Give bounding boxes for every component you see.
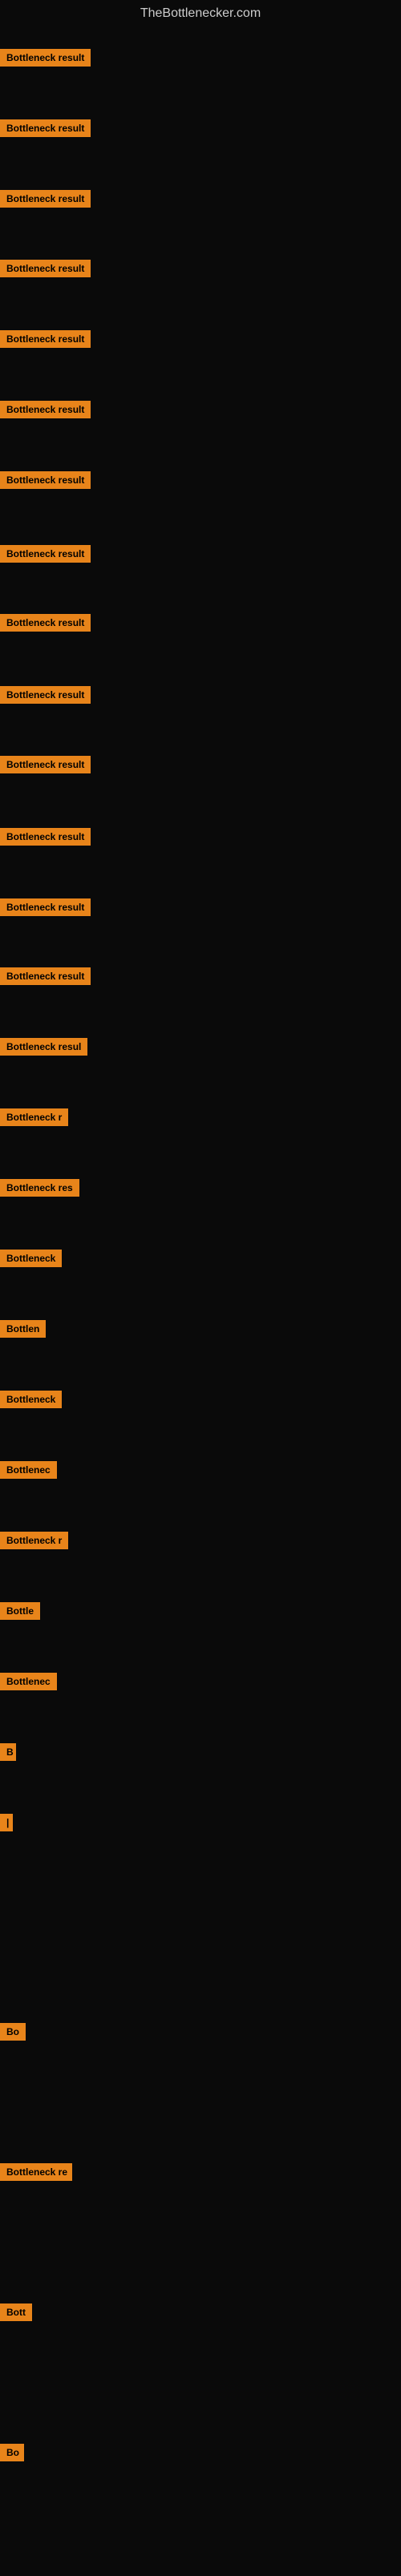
- bottleneck-badge[interactable]: Bottleneck result: [0, 119, 91, 137]
- bottleneck-badge[interactable]: Bottle: [0, 1602, 40, 1620]
- bottleneck-badge[interactable]: |: [0, 1814, 13, 1831]
- bottleneck-item: Bottleneck result: [0, 545, 91, 563]
- bottleneck-item: |: [0, 1814, 13, 1831]
- bottleneck-badge[interactable]: Bottleneck resul: [0, 1038, 87, 1056]
- bottleneck-badge[interactable]: Bottleneck result: [0, 190, 91, 208]
- bottleneck-item: Bottleneck result: [0, 401, 91, 418]
- bottleneck-item: Bottlen: [0, 1320, 46, 1338]
- bottleneck-item: Bottleneck result: [0, 190, 91, 208]
- bottleneck-badge[interactable]: Bottleneck result: [0, 330, 91, 348]
- bottleneck-item: Bottleneck re: [0, 2163, 72, 2181]
- bottleneck-badge[interactable]: Bottleneck: [0, 1250, 62, 1267]
- bottleneck-item: Bott: [0, 2303, 32, 2321]
- bottleneck-badge[interactable]: Bo: [0, 2444, 24, 2461]
- bottleneck-item: Bottleneck r: [0, 1532, 68, 1549]
- bottleneck-item: Bottleneck: [0, 1391, 62, 1408]
- bottleneck-badge[interactable]: Bott: [0, 2303, 32, 2321]
- bottleneck-item: Bottlenec: [0, 1461, 57, 1479]
- bottleneck-badge[interactable]: Bottleneck r: [0, 1108, 68, 1126]
- bottleneck-badge[interactable]: Bottleneck result: [0, 828, 91, 846]
- bottleneck-badge[interactable]: Bottleneck re: [0, 2163, 72, 2181]
- bottleneck-badge[interactable]: Bottleneck res: [0, 1179, 79, 1197]
- bottleneck-badge[interactable]: Bottleneck result: [0, 614, 91, 632]
- bottleneck-badge[interactable]: Bottleneck result: [0, 686, 91, 704]
- bottleneck-item: Bottleneck result: [0, 756, 91, 773]
- bottleneck-badge[interactable]: B: [0, 1743, 16, 1761]
- bottleneck-item: Bottleneck r: [0, 1108, 68, 1126]
- bottleneck-item: Bottleneck result: [0, 49, 91, 67]
- bottleneck-item: Bottleneck result: [0, 614, 91, 632]
- bottleneck-item: Bottle: [0, 1602, 40, 1620]
- bottleneck-item: Bottleneck result: [0, 330, 91, 348]
- bottleneck-item: Bottleneck result: [0, 898, 91, 916]
- bottleneck-badge[interactable]: Bottleneck result: [0, 756, 91, 773]
- bottleneck-badge[interactable]: Bottleneck: [0, 1391, 62, 1408]
- bottleneck-badge[interactable]: Bottleneck result: [0, 260, 91, 277]
- bottleneck-item: Bottleneck result: [0, 119, 91, 137]
- bottleneck-badge[interactable]: Bottlenec: [0, 1461, 57, 1479]
- bottleneck-item: Bottleneck resul: [0, 1038, 87, 1056]
- bottleneck-item: Bottleneck result: [0, 471, 91, 489]
- bottleneck-item: Bottleneck: [0, 1250, 62, 1267]
- bottleneck-badge[interactable]: Bottleneck result: [0, 898, 91, 916]
- bottleneck-item: Bottleneck result: [0, 260, 91, 277]
- bottleneck-badge[interactable]: Bottleneck result: [0, 401, 91, 418]
- bottleneck-item: B: [0, 1743, 16, 1761]
- bottleneck-item: Bottlenec: [0, 1673, 57, 1690]
- bottleneck-item: Bottleneck res: [0, 1179, 79, 1197]
- bottleneck-badge[interactable]: Bottleneck result: [0, 967, 91, 985]
- bottleneck-badge[interactable]: Bo: [0, 2023, 26, 2041]
- bottleneck-badge[interactable]: Bottleneck r: [0, 1532, 68, 1549]
- bottleneck-item: Bottleneck result: [0, 967, 91, 985]
- bottleneck-item: Bottleneck result: [0, 686, 91, 704]
- bottleneck-badge[interactable]: Bottleneck result: [0, 49, 91, 67]
- bottleneck-badge[interactable]: Bottlen: [0, 1320, 46, 1338]
- bottleneck-item: Bo: [0, 2444, 24, 2461]
- bottleneck-item: Bottleneck result: [0, 828, 91, 846]
- bottleneck-badge[interactable]: Bottlenec: [0, 1673, 57, 1690]
- site-title: TheBottlenecker.com: [0, 0, 401, 27]
- bottleneck-item: Bo: [0, 2023, 26, 2041]
- bottleneck-badge[interactable]: Bottleneck result: [0, 471, 91, 489]
- bottleneck-badge[interactable]: Bottleneck result: [0, 545, 91, 563]
